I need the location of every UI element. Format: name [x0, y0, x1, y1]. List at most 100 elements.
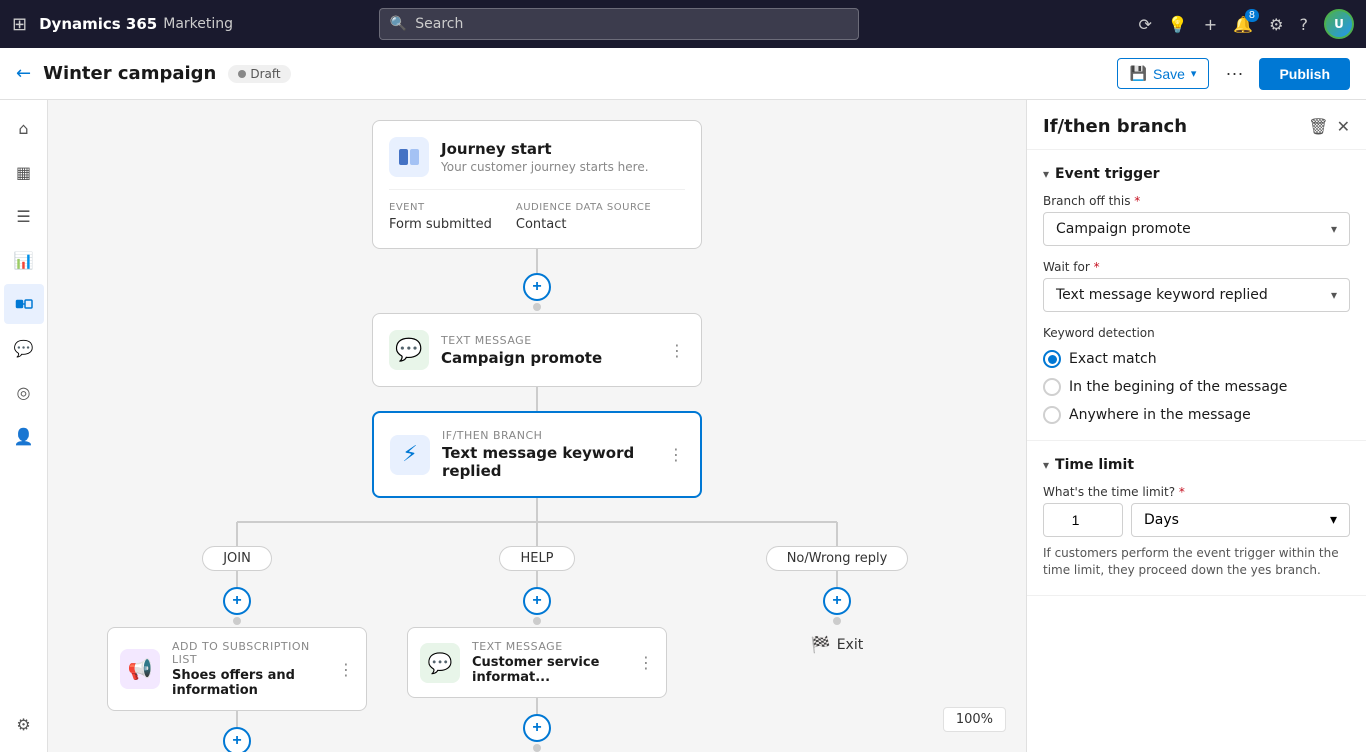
- time-limit-header[interactable]: ▾ Time limit: [1043, 457, 1350, 473]
- wait-for-value: Text message keyword replied: [1056, 287, 1268, 303]
- subscription-node[interactable]: 📢 Add to subscription list Shoes offers …: [107, 627, 367, 711]
- time-unit-chevron-icon: ▾: [1330, 512, 1337, 528]
- time-unit-select[interactable]: Days ▾: [1131, 503, 1350, 537]
- join-connector: +: [223, 571, 251, 627]
- event-value: Form submitted: [389, 217, 492, 232]
- panel-title: If/then branch: [1043, 116, 1308, 137]
- search-bar[interactable]: 🔍 Search: [379, 8, 859, 40]
- radio-circle-exact: [1043, 350, 1061, 368]
- connector-1: +: [523, 249, 551, 313]
- node-header: Journey start Your customer journey star…: [389, 137, 685, 177]
- sidebar-item-list[interactable]: ☰: [4, 196, 44, 236]
- branch-columns: JOIN + 📢 Add to subscription list Shoes …: [87, 546, 987, 752]
- refresh-icon[interactable]: ⟳: [1138, 15, 1151, 34]
- sidebar-item-dashboard[interactable]: ▦: [4, 152, 44, 192]
- connector-line: [236, 571, 238, 587]
- add-node-help[interactable]: +: [523, 587, 551, 615]
- join-branch: JOIN + 📢 Add to subscription list Shoes …: [87, 546, 387, 752]
- save-button[interactable]: 💾 Save ▾: [1117, 58, 1210, 89]
- radio-circle-beginning: [1043, 378, 1061, 396]
- connector-dot: [233, 617, 241, 625]
- event-trigger-label: Event trigger: [1055, 166, 1160, 182]
- sidebar-item-message[interactable]: 💬: [4, 328, 44, 368]
- main-layout: ⌂ ▦ ☰ 📊 💬 ◎ 👤 ⚙: [0, 100, 1366, 752]
- radio-exact-match[interactable]: Exact match: [1043, 350, 1350, 368]
- select-chevron-icon: ▾: [1331, 222, 1337, 236]
- required-star: *: [1134, 194, 1140, 208]
- page-title: Winter campaign: [43, 63, 216, 84]
- node-subtitle: Add to subscription list: [172, 640, 326, 666]
- radio-beginning[interactable]: In the begining of the message: [1043, 378, 1350, 396]
- branch-off-select[interactable]: Campaign promote ▾: [1043, 212, 1350, 246]
- node-title: Customer service informat...: [472, 655, 626, 685]
- add-node-join[interactable]: +: [223, 587, 251, 615]
- radio-anywhere[interactable]: Anywhere in the message: [1043, 406, 1350, 424]
- canvas-area[interactable]: Journey start Your customer journey star…: [48, 100, 1026, 752]
- customer-service-node[interactable]: 💬 Text message Customer service informat…: [407, 627, 667, 698]
- publish-button[interactable]: Publish: [1259, 58, 1350, 90]
- add-node-help-2[interactable]: +: [523, 714, 551, 742]
- lightbulb-icon[interactable]: 💡: [1168, 15, 1188, 34]
- bell-icon[interactable]: 🔔 8: [1233, 15, 1253, 34]
- sidebar-item-person[interactable]: 👤: [4, 416, 44, 456]
- event-item: EVENT Form submitted: [389, 202, 492, 232]
- wait-for-select[interactable]: Text message keyword replied ▾: [1043, 278, 1350, 312]
- time-unit-value: Days: [1144, 512, 1179, 528]
- node-header: 📢 Add to subscription list Shoes offers …: [120, 640, 354, 698]
- node-title-area: Text message Customer service informat..…: [472, 640, 626, 685]
- delete-button[interactable]: 🗑: [1308, 117, 1328, 137]
- audience-label: AUDIENCE DATA SOURCE: [516, 202, 651, 213]
- sidebar-item-home[interactable]: ⌂: [4, 108, 44, 148]
- add-node-button-1[interactable]: +: [523, 273, 551, 301]
- connector-line: [536, 387, 538, 411]
- settings-icon[interactable]: ⚙: [1269, 15, 1283, 34]
- grid-icon[interactable]: ⊞: [12, 14, 27, 35]
- node-title-area: If/Then branch Text message keyword repl…: [442, 429, 656, 480]
- sidebar: ⌂ ▦ ☰ 📊 💬 ◎ 👤 ⚙: [0, 100, 48, 752]
- time-limit-note: If customers perform the event trigger w…: [1043, 545, 1350, 579]
- more-options-button[interactable]: ···: [1217, 59, 1251, 88]
- audience-value: Contact: [516, 217, 567, 232]
- node-menu-button[interactable]: ⋮: [668, 445, 684, 464]
- exit-label: Exit: [837, 637, 864, 653]
- keyword-detection-label: Keyword detection: [1043, 326, 1350, 340]
- sidebar-item-journey[interactable]: [4, 284, 44, 324]
- connector-dot: [533, 303, 541, 311]
- avatar[interactable]: U: [1324, 9, 1354, 39]
- help-connector: +: [523, 571, 551, 627]
- audience-item: AUDIENCE DATA SOURCE Contact: [516, 202, 651, 232]
- branch-lines: [87, 498, 987, 546]
- time-number-input[interactable]: [1043, 503, 1123, 537]
- node-menu-button[interactable]: ⋮: [338, 660, 354, 679]
- close-button[interactable]: ✕: [1337, 117, 1350, 137]
- node-menu-button[interactable]: ⋮: [638, 653, 654, 672]
- node-menu-button[interactable]: ⋮: [669, 341, 685, 360]
- add-node-join-2[interactable]: +: [223, 727, 251, 752]
- canvas-content: Journey start Your customer journey star…: [48, 100, 1026, 752]
- connector-line: [836, 571, 838, 587]
- radio-label-exact: Exact match: [1069, 351, 1157, 367]
- time-limit-section: ▾ Time limit What's the time limit? * Da…: [1027, 441, 1366, 596]
- sidebar-item-segment[interactable]: ◎: [4, 372, 44, 412]
- if-then-branch-node[interactable]: ⚡ If/Then branch Text message keyword re…: [372, 411, 702, 498]
- add-node-no-wrong[interactable]: +: [823, 587, 851, 615]
- section-chevron-icon: ▾: [1043, 167, 1049, 181]
- connector-2: [536, 387, 538, 411]
- text-message-node[interactable]: 💬 Text message Campaign promote ⋮: [372, 313, 702, 387]
- back-button[interactable]: ←: [16, 63, 31, 84]
- save-label: Save: [1153, 66, 1185, 82]
- event-trigger-header[interactable]: ▾ Event trigger: [1043, 166, 1350, 182]
- plus-icon[interactable]: +: [1204, 15, 1217, 34]
- sidebar-item-settings[interactable]: ⚙: [4, 704, 44, 744]
- sidebar-item-chart[interactable]: 📊: [4, 240, 44, 280]
- connector-line: [536, 571, 538, 587]
- branch-off-label: Branch off this *: [1043, 194, 1350, 208]
- journey-start-node[interactable]: Journey start Your customer journey star…: [372, 120, 702, 249]
- no-wrong-label: No/Wrong reply: [766, 546, 909, 571]
- node-subtitle: If/Then branch: [442, 429, 656, 442]
- exit-flag-icon: 🏁: [811, 635, 831, 654]
- connector-line: [536, 698, 538, 714]
- help-icon[interactable]: ?: [1299, 15, 1308, 34]
- no-wrong-exit-node: 🏁 Exit: [795, 627, 879, 662]
- status-badge: Draft: [228, 65, 290, 83]
